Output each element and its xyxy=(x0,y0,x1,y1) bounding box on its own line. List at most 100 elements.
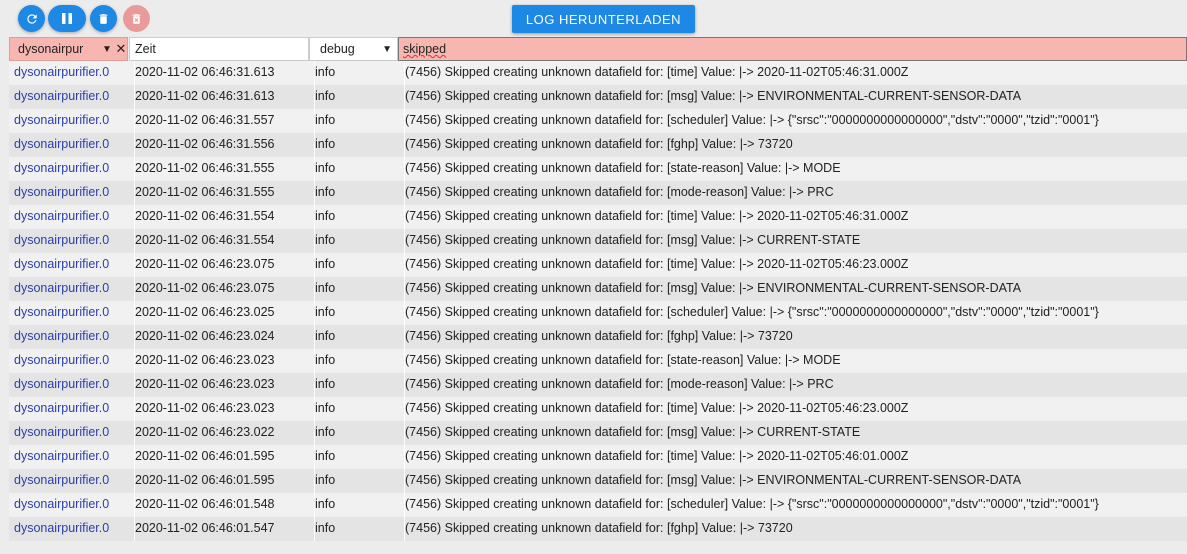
log-level: info xyxy=(314,397,399,421)
log-level: info xyxy=(314,493,399,517)
log-level: info xyxy=(314,61,399,85)
log-level: info xyxy=(314,253,399,277)
log-time: 2020-11-02 06:46:01.595 xyxy=(134,445,310,469)
log-time: 2020-11-02 06:46:23.024 xyxy=(134,325,310,349)
log-source-link[interactable]: dysonairpurifier.0 xyxy=(9,397,133,421)
table-row: dysonairpurifier.0 2020-11-02 06:46:23.02… xyxy=(9,373,1187,397)
log-time: 2020-11-02 06:46:23.023 xyxy=(134,349,310,373)
table-row: dysonairpurifier.0 2020-11-02 06:46:01.54… xyxy=(9,517,1187,541)
table-row: dysonairpurifier.0 2020-11-02 06:46:31.55… xyxy=(9,205,1187,229)
table-row: dysonairpurifier.0 2020-11-02 06:46:23.07… xyxy=(9,253,1187,277)
log-level: info xyxy=(314,445,399,469)
log-time: 2020-11-02 06:46:01.595 xyxy=(134,469,310,493)
log-level: info xyxy=(314,85,399,109)
log-level: info xyxy=(314,133,399,157)
log-message: (7456) Skipped creating unknown datafiel… xyxy=(404,301,1187,325)
log-message: (7456) Skipped creating unknown datafiel… xyxy=(404,85,1187,109)
adapter-filter-value: dysonairpur xyxy=(18,42,84,56)
log-source-link[interactable]: dysonairpurifier.0 xyxy=(9,157,133,181)
clear-adapter-filter-button[interactable]: ✕ xyxy=(114,40,128,58)
log-level: info xyxy=(314,181,399,205)
log-level: info xyxy=(314,349,399,373)
log-time: 2020-11-02 06:46:31.554 xyxy=(134,229,310,253)
message-filter-input[interactable]: skipped xyxy=(398,37,1187,61)
log-message: (7456) Skipped creating unknown datafiel… xyxy=(404,325,1187,349)
log-level: info xyxy=(314,325,399,349)
level-filter-value: debug xyxy=(320,42,355,56)
log-message: (7456) Skipped creating unknown datafiel… xyxy=(404,109,1187,133)
log-message: (7456) Skipped creating unknown datafiel… xyxy=(404,229,1187,253)
log-message: (7456) Skipped creating unknown datafiel… xyxy=(404,397,1187,421)
table-row: dysonairpurifier.0 2020-11-02 06:46:31.55… xyxy=(9,109,1187,133)
log-message: (7456) Skipped creating unknown datafiel… xyxy=(404,61,1187,85)
log-time: 2020-11-02 06:46:23.025 xyxy=(134,301,310,325)
log-time: 2020-11-02 06:46:31.556 xyxy=(134,133,310,157)
log-message: (7456) Skipped creating unknown datafiel… xyxy=(404,181,1187,205)
log-level: info xyxy=(314,517,399,541)
table-row: dysonairpurifier.0 2020-11-02 06:46:23.02… xyxy=(9,301,1187,325)
log-source-link[interactable]: dysonairpurifier.0 xyxy=(9,205,133,229)
time-filter-placeholder: Zeit xyxy=(135,42,156,56)
delete-log-file-button[interactable] xyxy=(123,5,150,32)
trash-x-icon xyxy=(132,13,141,24)
toolbar: LOG HERUNTERLADEN xyxy=(0,0,1187,36)
log-time: 2020-11-02 06:46:23.075 xyxy=(134,253,310,277)
table-row: dysonairpurifier.0 2020-11-02 06:46:01.59… xyxy=(9,445,1187,469)
log-level: info xyxy=(314,469,399,493)
table-row: dysonairpurifier.0 2020-11-02 06:46:31.55… xyxy=(9,133,1187,157)
log-source-link[interactable]: dysonairpurifier.0 xyxy=(9,133,133,157)
refresh-button[interactable] xyxy=(18,5,45,32)
download-log-button[interactable]: LOG HERUNTERLADEN xyxy=(512,5,695,33)
log-level: info xyxy=(314,109,399,133)
log-message: (7456) Skipped creating unknown datafiel… xyxy=(404,277,1187,301)
log-message: (7456) Skipped creating unknown datafiel… xyxy=(404,349,1187,373)
message-filter-value: skipped xyxy=(403,42,447,56)
close-icon: ✕ xyxy=(115,41,127,56)
log-message: (7456) Skipped creating unknown datafiel… xyxy=(404,469,1187,493)
log-time: 2020-11-02 06:46:31.613 xyxy=(134,85,310,109)
adapter-filter-select[interactable]: dysonairpur ▼ xyxy=(9,37,128,61)
table-row: dysonairpurifier.0 2020-11-02 06:46:23.02… xyxy=(9,325,1187,349)
time-filter-input[interactable]: Zeit xyxy=(129,37,309,61)
table-row: dysonairpurifier.0 2020-11-02 06:46:31.61… xyxy=(9,61,1187,85)
log-source-link[interactable]: dysonairpurifier.0 xyxy=(9,61,133,85)
log-level: info xyxy=(314,229,399,253)
log-source-link[interactable]: dysonairpurifier.0 xyxy=(9,349,133,373)
log-message: (7456) Skipped creating unknown datafiel… xyxy=(404,253,1187,277)
table-row: dysonairpurifier.0 2020-11-02 06:46:31.55… xyxy=(9,157,1187,181)
log-source-link[interactable]: dysonairpurifier.0 xyxy=(9,421,133,445)
log-source-link[interactable]: dysonairpurifier.0 xyxy=(9,493,133,517)
log-time: 2020-11-02 06:46:23.023 xyxy=(134,397,310,421)
log-source-link[interactable]: dysonairpurifier.0 xyxy=(9,469,133,493)
log-source-link[interactable]: dysonairpurifier.0 xyxy=(9,517,133,541)
log-source-link[interactable]: dysonairpurifier.0 xyxy=(9,373,133,397)
table-row: dysonairpurifier.0 2020-11-02 06:46:01.54… xyxy=(9,493,1187,517)
log-time: 2020-11-02 06:46:23.023 xyxy=(134,373,310,397)
log-level: info xyxy=(314,277,399,301)
log-source-link[interactable]: dysonairpurifier.0 xyxy=(9,301,133,325)
pause-button[interactable] xyxy=(48,5,86,32)
level-filter-select[interactable]: debug ▼ xyxy=(309,37,398,61)
log-time: 2020-11-02 06:46:31.613 xyxy=(134,61,310,85)
log-source-link[interactable]: dysonairpurifier.0 xyxy=(9,277,133,301)
log-level: info xyxy=(314,301,399,325)
log-time: 2020-11-02 06:46:31.554 xyxy=(134,205,310,229)
log-time: 2020-11-02 06:46:23.075 xyxy=(134,277,310,301)
log-source-link[interactable]: dysonairpurifier.0 xyxy=(9,85,133,109)
log-source-link[interactable]: dysonairpurifier.0 xyxy=(9,445,133,469)
chevron-down-icon: ▼ xyxy=(102,43,112,55)
log-level: info xyxy=(314,421,399,445)
log-source-link[interactable]: dysonairpurifier.0 xyxy=(9,253,133,277)
table-row: dysonairpurifier.0 2020-11-02 06:46:31.55… xyxy=(9,181,1187,205)
delete-log-button[interactable] xyxy=(90,5,117,32)
log-message: (7456) Skipped creating unknown datafiel… xyxy=(404,205,1187,229)
log-source-link[interactable]: dysonairpurifier.0 xyxy=(9,229,133,253)
log-message: (7456) Skipped creating unknown datafiel… xyxy=(404,133,1187,157)
log-message: (7456) Skipped creating unknown datafiel… xyxy=(404,493,1187,517)
table-row: dysonairpurifier.0 2020-11-02 06:46:31.61… xyxy=(9,85,1187,109)
log-message: (7456) Skipped creating unknown datafiel… xyxy=(404,517,1187,541)
log-source-link[interactable]: dysonairpurifier.0 xyxy=(9,109,133,133)
table-row: dysonairpurifier.0 2020-11-02 06:46:23.07… xyxy=(9,277,1187,301)
log-source-link[interactable]: dysonairpurifier.0 xyxy=(9,325,133,349)
log-source-link[interactable]: dysonairpurifier.0 xyxy=(9,181,133,205)
